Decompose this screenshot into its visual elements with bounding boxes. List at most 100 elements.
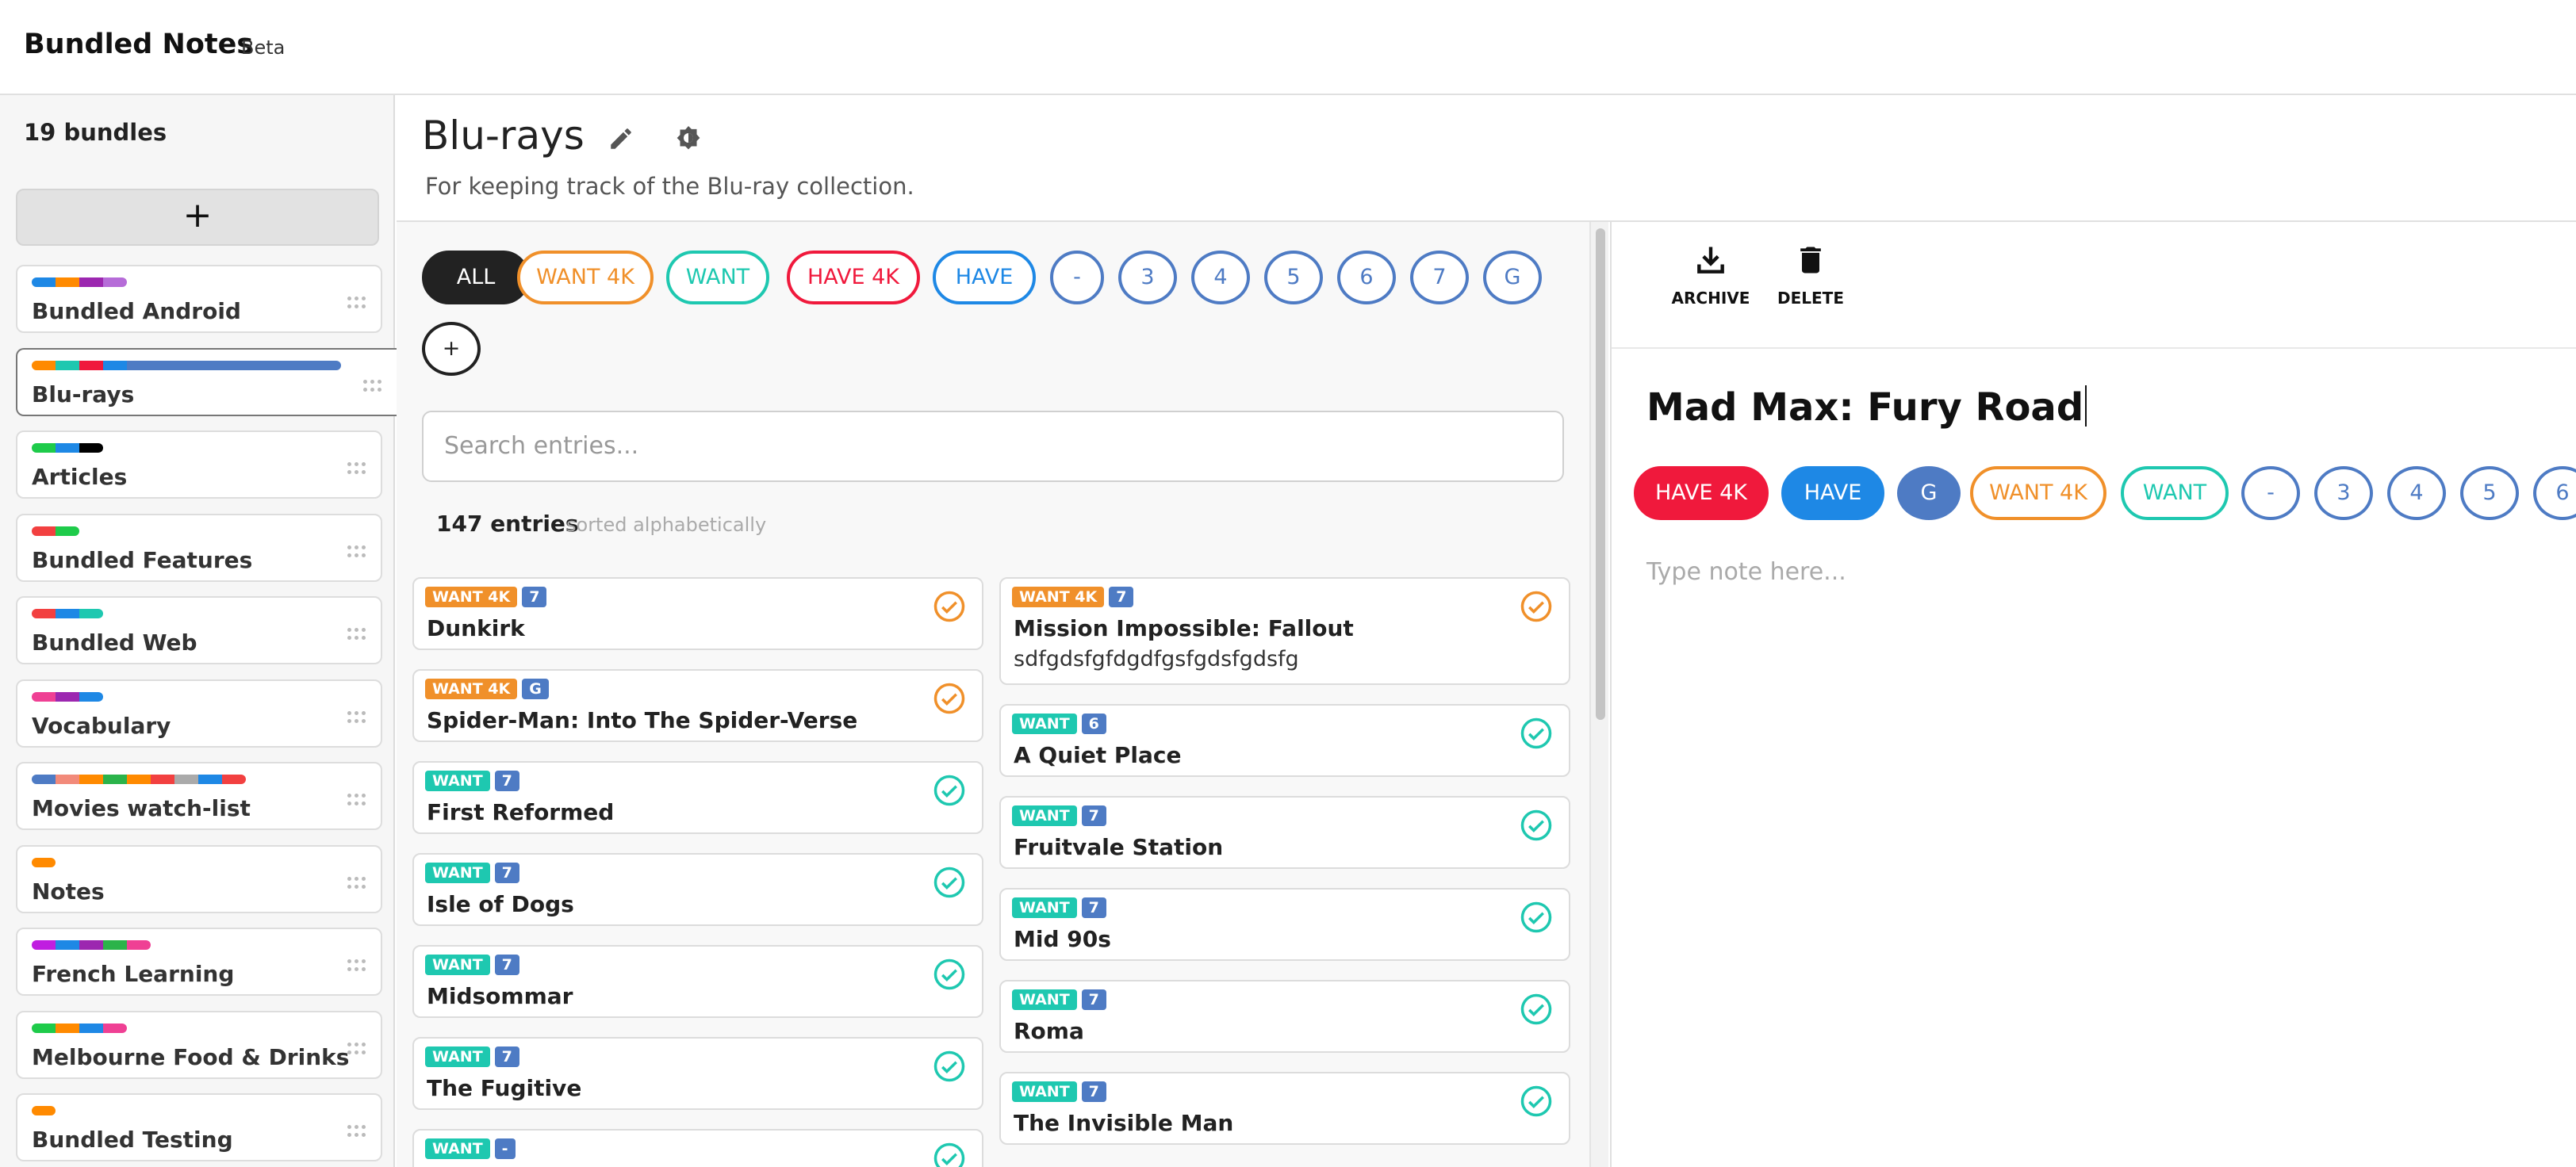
note-tag-4[interactable]: 4 bbox=[2387, 466, 2446, 520]
bundle-name: Notes bbox=[32, 878, 105, 905]
entry-tags: WANT 7 bbox=[1012, 989, 1106, 1010]
note-tag-have[interactable]: HAVE bbox=[1781, 466, 1884, 520]
drag-handle-icon[interactable] bbox=[347, 545, 366, 560]
entry-card[interactable]: WANT 7 The Invisible Man bbox=[999, 1072, 1570, 1145]
bundle-item-vocabulary[interactable]: Vocabulary bbox=[16, 679, 382, 748]
filter-chip-have[interactable]: HAVE bbox=[933, 251, 1036, 304]
entry-card[interactable]: WANT 4K 7 Mission Impossible: Fallout sdfgd… bbox=[999, 577, 1570, 685]
entry-card[interactable]: WANT - bbox=[412, 1129, 983, 1167]
entry-tags: WANT 4K 7 bbox=[425, 587, 547, 607]
drag-handle-icon[interactable] bbox=[347, 794, 366, 808]
tag-badge-want: WANT bbox=[425, 771, 490, 791]
note-tag-want-4k[interactable]: WANT 4K bbox=[1970, 466, 2106, 520]
bundle-item-melbourne-food-drinks[interactable]: Melbourne Food & Drinks bbox=[16, 1010, 382, 1079]
filter-chip-want[interactable]: WANT bbox=[666, 251, 769, 304]
entry-card[interactable]: WANT 7 First Reformed bbox=[412, 761, 983, 834]
search-input[interactable]: Search entries... bbox=[422, 411, 1564, 482]
check-circle-icon[interactable] bbox=[933, 682, 966, 715]
bundle-name: Bundled Testing bbox=[32, 1127, 233, 1153]
filter-chip-dash[interactable]: - bbox=[1050, 251, 1104, 304]
drag-handle-icon[interactable] bbox=[347, 959, 366, 974]
tag-badge-7: 7 bbox=[1081, 989, 1106, 1010]
entry-card[interactable]: WANT 4K G Spider-Man: Into The Spider-Vers… bbox=[412, 669, 983, 742]
drag-handle-icon[interactable] bbox=[347, 628, 366, 642]
bundle-item-articles[interactable]: Articles bbox=[16, 430, 382, 499]
entry-card[interactable]: WANT 7 Mid 90s bbox=[999, 888, 1570, 961]
note-tag-3[interactable]: 3 bbox=[2314, 466, 2373, 520]
theme-icon[interactable] bbox=[674, 124, 703, 152]
bundle-item-bundled-features[interactable]: Bundled Features bbox=[16, 513, 382, 582]
app-title: Bundled Notes bbox=[24, 29, 254, 60]
entry-card[interactable]: WANT 7 Isle of Dogs bbox=[412, 853, 983, 926]
bundle-item-bundled-android[interactable]: Bundled Android bbox=[16, 265, 382, 333]
filter-chip-have-4k[interactable]: HAVE 4K bbox=[787, 251, 920, 304]
check-circle-icon[interactable] bbox=[1520, 993, 1553, 1026]
check-circle-icon[interactable] bbox=[1520, 1085, 1553, 1118]
check-circle-icon[interactable] bbox=[933, 1142, 966, 1167]
bundle-color-bar bbox=[32, 1106, 56, 1115]
note-tag-6[interactable]: 6 bbox=[2533, 466, 2576, 520]
note-tag-want[interactable]: WANT bbox=[2121, 466, 2229, 520]
note-title-text: Mad Max: Fury Road bbox=[1646, 385, 2084, 430]
filter-chip-7[interactable]: 7 bbox=[1410, 251, 1469, 304]
entry-card[interactable]: WANT 6 A Quiet Place bbox=[999, 704, 1570, 777]
filter-chip-6[interactable]: 6 bbox=[1337, 251, 1396, 304]
check-circle-icon[interactable] bbox=[1520, 809, 1553, 842]
note-tag-5[interactable]: 5 bbox=[2460, 466, 2519, 520]
filter-chip-5[interactable]: 5 bbox=[1264, 251, 1323, 304]
bundle-color-bar bbox=[32, 940, 151, 950]
drag-handle-icon[interactable] bbox=[363, 379, 382, 394]
check-circle-icon[interactable] bbox=[933, 590, 966, 623]
note-title-input[interactable]: Mad Max: Fury Road bbox=[1646, 385, 2087, 430]
drag-handle-icon[interactable] bbox=[347, 1125, 366, 1139]
check-circle-icon[interactable] bbox=[1520, 590, 1553, 623]
check-circle-icon[interactable] bbox=[933, 958, 966, 991]
bundle-item-movies-watch-list[interactable]: Movies watch-list bbox=[16, 762, 382, 830]
check-circle-icon[interactable] bbox=[933, 1050, 966, 1083]
entry-card[interactable]: WANT 7 Midsommar bbox=[412, 945, 983, 1018]
bundle-item-blu-rays[interactable]: Blu-rays bbox=[16, 347, 397, 416]
drag-handle-icon[interactable] bbox=[347, 297, 366, 311]
filter-chip-all[interactable]: ALL bbox=[422, 251, 530, 304]
note-tag-dash[interactable]: - bbox=[2241, 466, 2300, 520]
filter-chip-4[interactable]: 4 bbox=[1191, 251, 1250, 304]
check-circle-icon[interactable] bbox=[933, 866, 966, 899]
pencil-icon[interactable] bbox=[608, 125, 634, 152]
bundle-item-french-learning[interactable]: French Learning bbox=[16, 928, 382, 996]
tag-badge-want: WANT bbox=[1012, 989, 1077, 1010]
entry-card[interactable]: WANT 7 The Fugitive bbox=[412, 1037, 983, 1110]
check-circle-icon[interactable] bbox=[933, 774, 966, 807]
add-bundle-button[interactable]: + bbox=[16, 189, 379, 246]
drag-handle-icon[interactable] bbox=[347, 1042, 366, 1057]
check-circle-icon[interactable] bbox=[1520, 717, 1553, 750]
drag-handle-icon[interactable] bbox=[347, 876, 366, 891]
bundle-color-bar bbox=[32, 857, 56, 867]
check-circle-icon[interactable] bbox=[1520, 901, 1553, 934]
drag-handle-icon[interactable] bbox=[347, 462, 366, 476]
note-body-input[interactable]: Type note here... bbox=[1646, 558, 1846, 586]
drag-handle-icon[interactable] bbox=[347, 710, 366, 725]
delete-button[interactable]: DELETE bbox=[1767, 243, 1854, 308]
entry-card[interactable]: WANT 7 Fruitvale Station bbox=[999, 796, 1570, 869]
filter-chip-want-4k[interactable]: WANT 4K bbox=[517, 251, 654, 304]
scrollbar-thumb[interactable] bbox=[1596, 228, 1605, 720]
archive-button[interactable]: ARCHIVE bbox=[1667, 243, 1754, 308]
entry-card[interactable]: WANT 4K 7 Dunkirk bbox=[412, 577, 983, 650]
entry-card[interactable]: WANT 7 Roma bbox=[999, 980, 1570, 1053]
bundle-name: Movies watch-list bbox=[32, 795, 251, 821]
entry-title: A Quiet Place bbox=[1014, 742, 1182, 768]
bundle-item-notes[interactable]: Notes bbox=[16, 844, 382, 913]
filter-chip-3[interactable]: 3 bbox=[1118, 251, 1177, 304]
bundle-item-bundled-testing[interactable]: Bundled Testing bbox=[16, 1093, 382, 1161]
entry-title: Isle of Dogs bbox=[427, 891, 574, 917]
bundle-item-bundled-web[interactable]: Bundled Web bbox=[16, 596, 382, 664]
filter-chip-g[interactable]: G bbox=[1483, 251, 1542, 304]
filter-chip-add[interactable]: + bbox=[422, 322, 481, 376]
bundle-name: Bundled Android bbox=[32, 298, 241, 324]
note-tag-g[interactable]: G bbox=[1897, 466, 1961, 520]
entry-title: Mid 90s bbox=[1014, 926, 1111, 952]
note-tag-have-4k[interactable]: HAVE 4K bbox=[1634, 466, 1769, 520]
tag-badge-want: WANT bbox=[425, 1046, 490, 1067]
scrollbar[interactable] bbox=[1589, 222, 1608, 1167]
text-caret bbox=[2085, 385, 2087, 427]
